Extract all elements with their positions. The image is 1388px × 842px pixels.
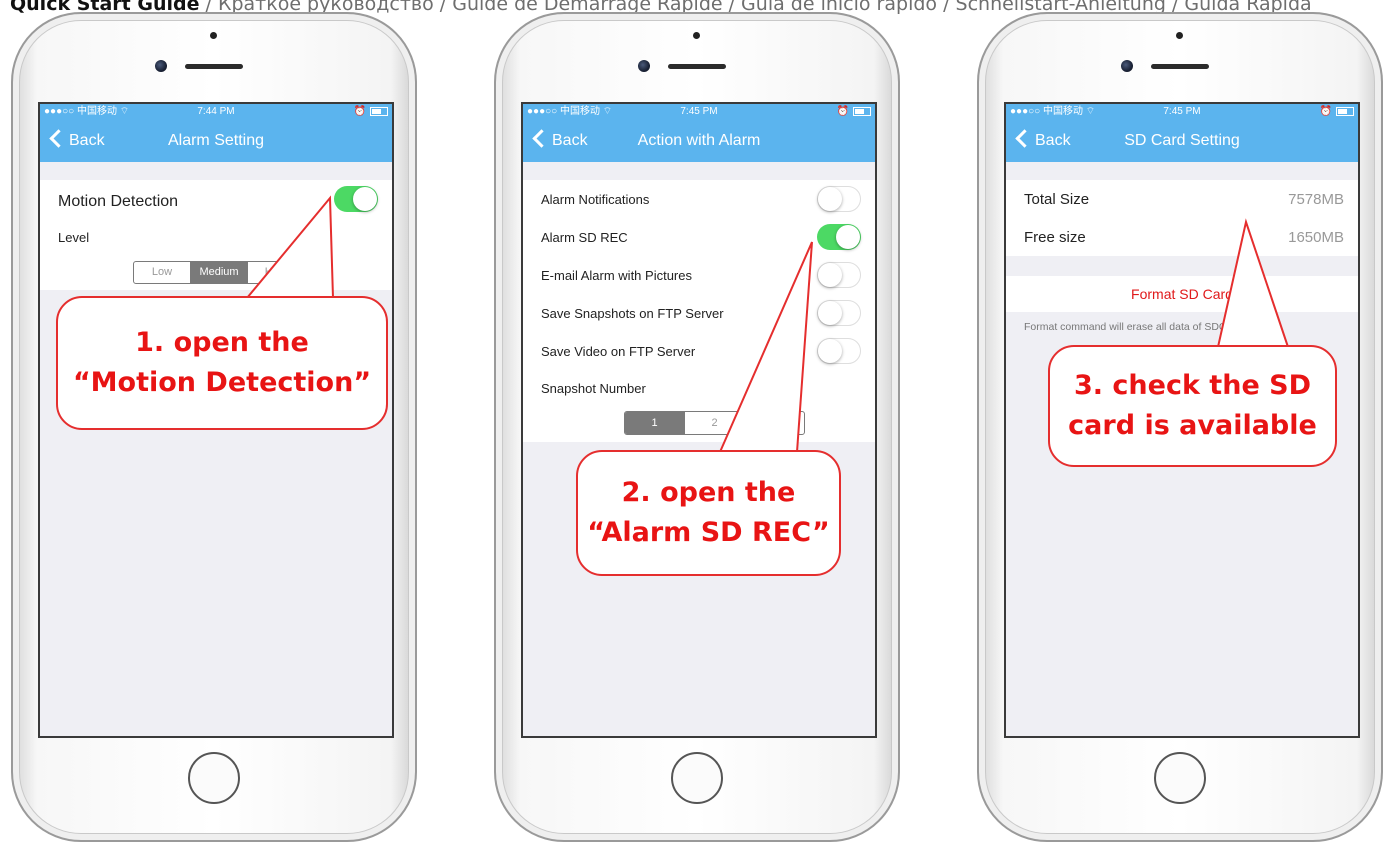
motion-section: Motion Detection Level Low Medium High (40, 180, 392, 290)
sd-info-section: Total Size 7578MB Free size 1650MB (1006, 180, 1358, 256)
callout-1-line-1: 1. open the (135, 327, 309, 358)
snapshot-option-1[interactable]: 1 (625, 412, 684, 434)
page-title: Action with Alarm (637, 132, 761, 149)
list-item-label: Save Snapshots on FTP Server (541, 306, 724, 321)
callout-2-line-1: 2. open the (621, 477, 796, 508)
list-item-label: Save Video on FTP Server (541, 344, 696, 359)
page-title: SD Card Setting (1124, 132, 1240, 149)
snapshot-option-2[interactable]: 2 (684, 412, 744, 434)
nav-bar: Back Action with Alarm (523, 120, 875, 162)
total-size-label: Total Size (1024, 191, 1090, 208)
earpiece-speaker (185, 64, 243, 69)
callout-1: 1. open the “Motion Detection” (56, 296, 388, 430)
status-time: 7:45 PM (680, 106, 718, 117)
callout-3-line-2: card is available (1068, 410, 1317, 441)
level-option-medium[interactable]: Medium (190, 262, 247, 283)
battery-icon: ⏰ (1320, 104, 1354, 120)
ftp-snapshots-toggle[interactable] (817, 300, 861, 326)
toggle-knob (353, 187, 377, 211)
toggle-knob (818, 187, 842, 211)
toggle-knob (818, 263, 842, 287)
status-time: 7:44 PM (197, 106, 235, 117)
callout-3-line-1: 3. check the SD (1073, 370, 1312, 401)
motion-detection-toggle[interactable] (334, 186, 378, 212)
battery-icon: ⏰ (354, 104, 388, 120)
proximity-sensor (1176, 32, 1183, 39)
phone-2: ●●●○○ 中国移动 ⌔ 7:45 PM ⏰ Back Action with … (494, 12, 900, 842)
home-button[interactable] (1154, 752, 1206, 804)
callout-2-line-2: “Alarm SD REC” (587, 517, 830, 548)
list-item-label: Alarm Notifications (541, 192, 650, 207)
toggle-knob (836, 225, 860, 249)
email-alarm-toggle[interactable] (817, 262, 861, 288)
list-item-label: E-mail Alarm with Pictures (541, 268, 692, 283)
screen-action-with-alarm: ●●●○○ 中国移动 ⌔ 7:45 PM ⏰ Back Action with … (521, 102, 877, 738)
level-option-low[interactable]: Low (134, 262, 190, 283)
toggle-knob (818, 339, 842, 363)
snapshot-option-3[interactable]: 3 (744, 412, 804, 434)
format-note: Format command will erase all data of SD… (1024, 321, 1242, 333)
ftp-video-toggle[interactable] (817, 338, 861, 364)
proximity-sensor (693, 32, 700, 39)
callout-3: 3. check the SD card is available (1048, 345, 1337, 467)
status-bar: ●●●○○ 中国移动 ⌔ 7:45 PM ⏰ (1006, 104, 1358, 120)
battery-icon: ⏰ (837, 104, 871, 120)
home-button[interactable] (671, 752, 723, 804)
motion-detection-label: Motion Detection (58, 193, 179, 210)
free-size-label: Free size (1024, 229, 1086, 246)
list-item-label: Alarm SD REC (541, 230, 628, 245)
alarm-sd-rec-toggle[interactable] (817, 224, 861, 250)
snapshot-number-label: Snapshot Number (541, 381, 646, 396)
nav-bar: Back SD Card Setting (1006, 120, 1358, 162)
callout-2: 2. open the “Alarm SD REC” (576, 450, 841, 576)
front-camera (1121, 60, 1133, 72)
toggle-knob (818, 301, 842, 325)
earpiece-speaker (668, 64, 726, 69)
front-camera (638, 60, 650, 72)
free-size-value: 1650MB (1288, 229, 1344, 246)
alarm-actions-section: Alarm Notifications Alarm SD REC E-mail … (523, 180, 875, 442)
level-segmented-control: Low Medium High (133, 261, 305, 284)
home-button[interactable] (188, 752, 240, 804)
nav-bar: Back Alarm Setting (40, 120, 392, 162)
alarm-notifications-toggle[interactable] (817, 186, 861, 212)
proximity-sensor (210, 32, 217, 39)
front-camera (155, 60, 167, 72)
status-bar: ●●●○○ 中国移动 ⌔ 7:45 PM ⏰ (523, 104, 875, 120)
status-time: 7:45 PM (1163, 106, 1201, 117)
page-title: Alarm Setting (167, 132, 265, 149)
status-bar: ●●●○○ 中国移动 ⌔ 7:44 PM ⏰ (40, 104, 392, 120)
format-sd-card-button[interactable]: Format SD Card (1006, 276, 1358, 312)
level-option-high[interactable]: High (247, 262, 304, 283)
callout-1-line-2: “Motion Detection” (72, 367, 372, 398)
snapshot-segmented-control: 1 2 3 (624, 411, 805, 435)
total-size-value: 7578MB (1288, 191, 1344, 208)
level-label: Level (58, 230, 90, 245)
earpiece-speaker (1151, 64, 1209, 69)
